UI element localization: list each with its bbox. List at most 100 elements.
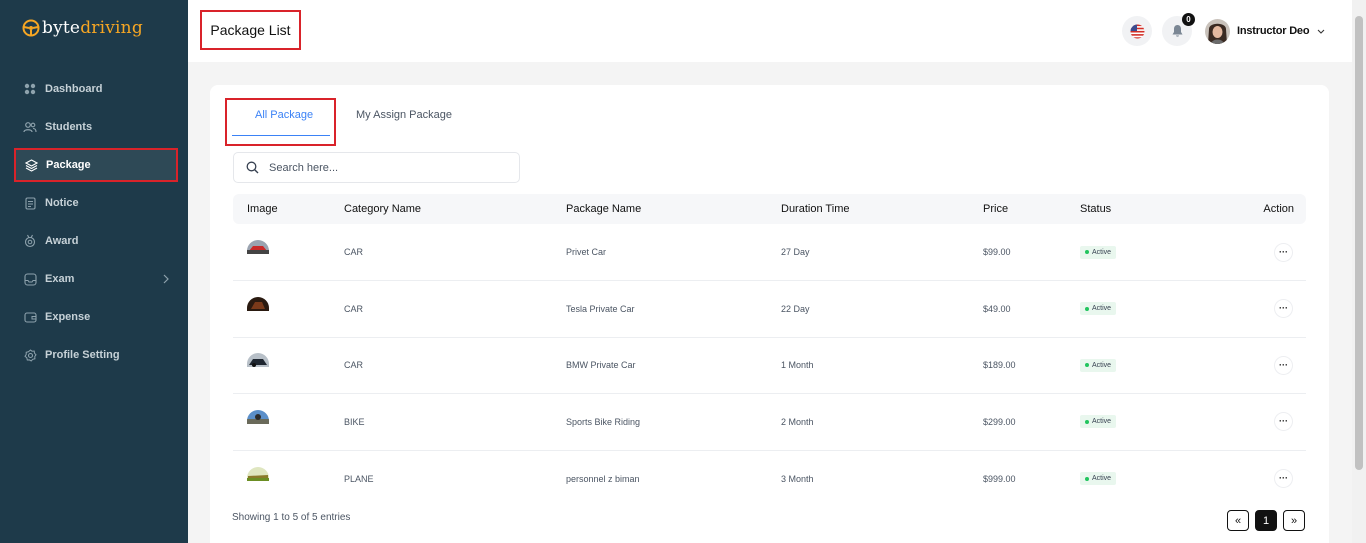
pagination-next-button[interactable]: » (1283, 510, 1305, 531)
sidebar-item-exam[interactable]: Exam (14, 262, 178, 296)
table-row: BIKE Sports Bike Riding 2 Month $299.00 … (233, 393, 1306, 451)
page-title: Package List (200, 10, 301, 50)
chevron-down-icon (1317, 29, 1325, 34)
scrollbar-thumb[interactable] (1355, 16, 1363, 470)
package-image (247, 240, 269, 254)
grid-icon (23, 82, 37, 96)
column-header-image: Image (247, 203, 278, 215)
pagination: « 1 » (1227, 510, 1305, 531)
pagination-prev-button[interactable]: « (1227, 510, 1249, 531)
sidebar-item-notice[interactable]: Notice (14, 186, 178, 220)
package-name-cell: Privet Car (566, 224, 781, 281)
package-image (247, 409, 269, 424)
chevron-right-icon (163, 274, 169, 284)
avatar (1205, 18, 1230, 44)
status-label: Active (1092, 418, 1112, 426)
document-icon (23, 196, 37, 210)
sidebar-item-label: Students (45, 121, 93, 133)
page-scrollbar[interactable] (1352, 0, 1366, 543)
row-action-button[interactable]: ··· (1275, 243, 1292, 261)
status-label: Active (1092, 361, 1112, 369)
status-badge: Active (1080, 358, 1117, 372)
column-header-action: Action (1263, 203, 1294, 215)
language-selector[interactable] (1122, 16, 1152, 46)
duration-cell: 3 Month (781, 473, 814, 484)
sidebar-item-package[interactable]: Package (14, 148, 178, 182)
row-action-button[interactable]: ··· (1275, 300, 1292, 318)
row-action-button[interactable]: ··· (1275, 356, 1292, 374)
notifications-button[interactable]: 0 (1162, 13, 1195, 46)
sidebar-item-label: Exam (45, 273, 75, 285)
us-flag-icon (1130, 24, 1144, 38)
package-name-cell: Sports Bike Riding (566, 393, 781, 451)
status-label: Active (1092, 248, 1112, 256)
users-icon (23, 120, 37, 134)
category-cell: BIKE (344, 393, 566, 451)
package-image (247, 466, 269, 481)
table-header-row: Image Category Name Package Name Duratio… (233, 194, 1306, 224)
sidebar-item-dashboard[interactable]: Dashboard (14, 72, 178, 106)
package-image (247, 296, 269, 311)
sidebar-item-award[interactable]: Award (14, 224, 178, 258)
status-badge: Active (1080, 302, 1117, 316)
status-dot (1085, 250, 1089, 254)
brand-logo[interactable]: bytedriving (22, 15, 143, 41)
table-row: CAR BMW Private Car 1 Month $189.00 Acti… (233, 337, 1306, 394)
bell-icon (1172, 25, 1182, 37)
pagination-page-button[interactable]: 1 (1255, 510, 1277, 531)
brand-name-part2: driving (80, 18, 143, 38)
price-cell: $999.00 (983, 473, 1016, 484)
brand-name-part1: byte (42, 18, 81, 38)
price-cell: $189.00 (983, 337, 1080, 394)
package-table: Image Category Name Package Name Duratio… (233, 194, 1306, 507)
column-header-duration-time: Duration Time (781, 203, 850, 215)
steering-wheel-icon (22, 19, 40, 37)
column-header-price: Price (983, 203, 1009, 215)
column-header-package-name: Package Name (566, 203, 642, 215)
status-dot (1085, 363, 1089, 368)
row-action-button[interactable]: ··· (1275, 413, 1292, 431)
package-name-cell: personnel z biman (566, 473, 640, 484)
search-icon (246, 161, 259, 174)
settings-icon (23, 348, 37, 362)
price-cell: $299.00 (983, 393, 1080, 451)
package-list-card: All Package My Assign Package Image Cate… (210, 85, 1329, 543)
package-name-cell: BMW Private Car (566, 337, 781, 394)
sidebar-item-label: Package (46, 159, 91, 171)
price-cell: $99.00 (983, 224, 1080, 281)
category-cell: CAR (344, 337, 566, 394)
package-name-cell: Tesla Private Car (566, 280, 781, 338)
user-menu[interactable]: Instructor Deo (1205, 18, 1325, 44)
price-cell: $49.00 (983, 280, 1080, 338)
tab-my-assign-package[interactable]: My Assign Package (356, 109, 452, 121)
sidebar-item-profile-setting[interactable]: Profile Setting (14, 338, 178, 372)
tab-all-package-highlight (225, 98, 336, 146)
status-dot (1085, 419, 1089, 424)
entries-info: Showing 1 to 5 of 5 entries (232, 512, 351, 523)
status-badge: Active (1080, 245, 1117, 259)
tab-all-package[interactable]: All Package (255, 109, 313, 121)
sidebar: bytedriving Dashboard Students Package N… (0, 0, 188, 543)
status-label: Active (1092, 475, 1112, 482)
wallet-icon (23, 310, 37, 324)
topbar: Package List 0 Instructor Deo (188, 0, 1352, 62)
row-action-button[interactable]: ··· (1275, 470, 1292, 487)
duration-cell: 22 Day (781, 280, 983, 338)
duration-cell: 1 Month (781, 337, 983, 394)
category-cell: CAR (344, 224, 566, 281)
status-badge: Active (1080, 415, 1117, 429)
search-input[interactable] (269, 161, 499, 174)
notification-count-badge: 0 (1182, 13, 1195, 26)
user-name: Instructor Deo (1237, 25, 1310, 37)
sidebar-item-expense[interactable]: Expense (14, 300, 178, 334)
status-label: Active (1092, 305, 1112, 313)
table-row: CAR Privet Car 27 Day $99.00 Active ··· (233, 224, 1306, 281)
sidebar-item-students[interactable]: Students (14, 110, 178, 144)
exam-icon (23, 272, 37, 286)
category-cell: CAR (344, 280, 566, 338)
sidebar-item-label: Expense (45, 311, 91, 323)
sidebar-item-label: Profile Setting (45, 349, 120, 361)
tab-active-indicator (232, 135, 330, 136)
sidebar-nav: Dashboard Students Package Notice Award (14, 72, 178, 376)
status-badge: Active (1080, 472, 1117, 485)
